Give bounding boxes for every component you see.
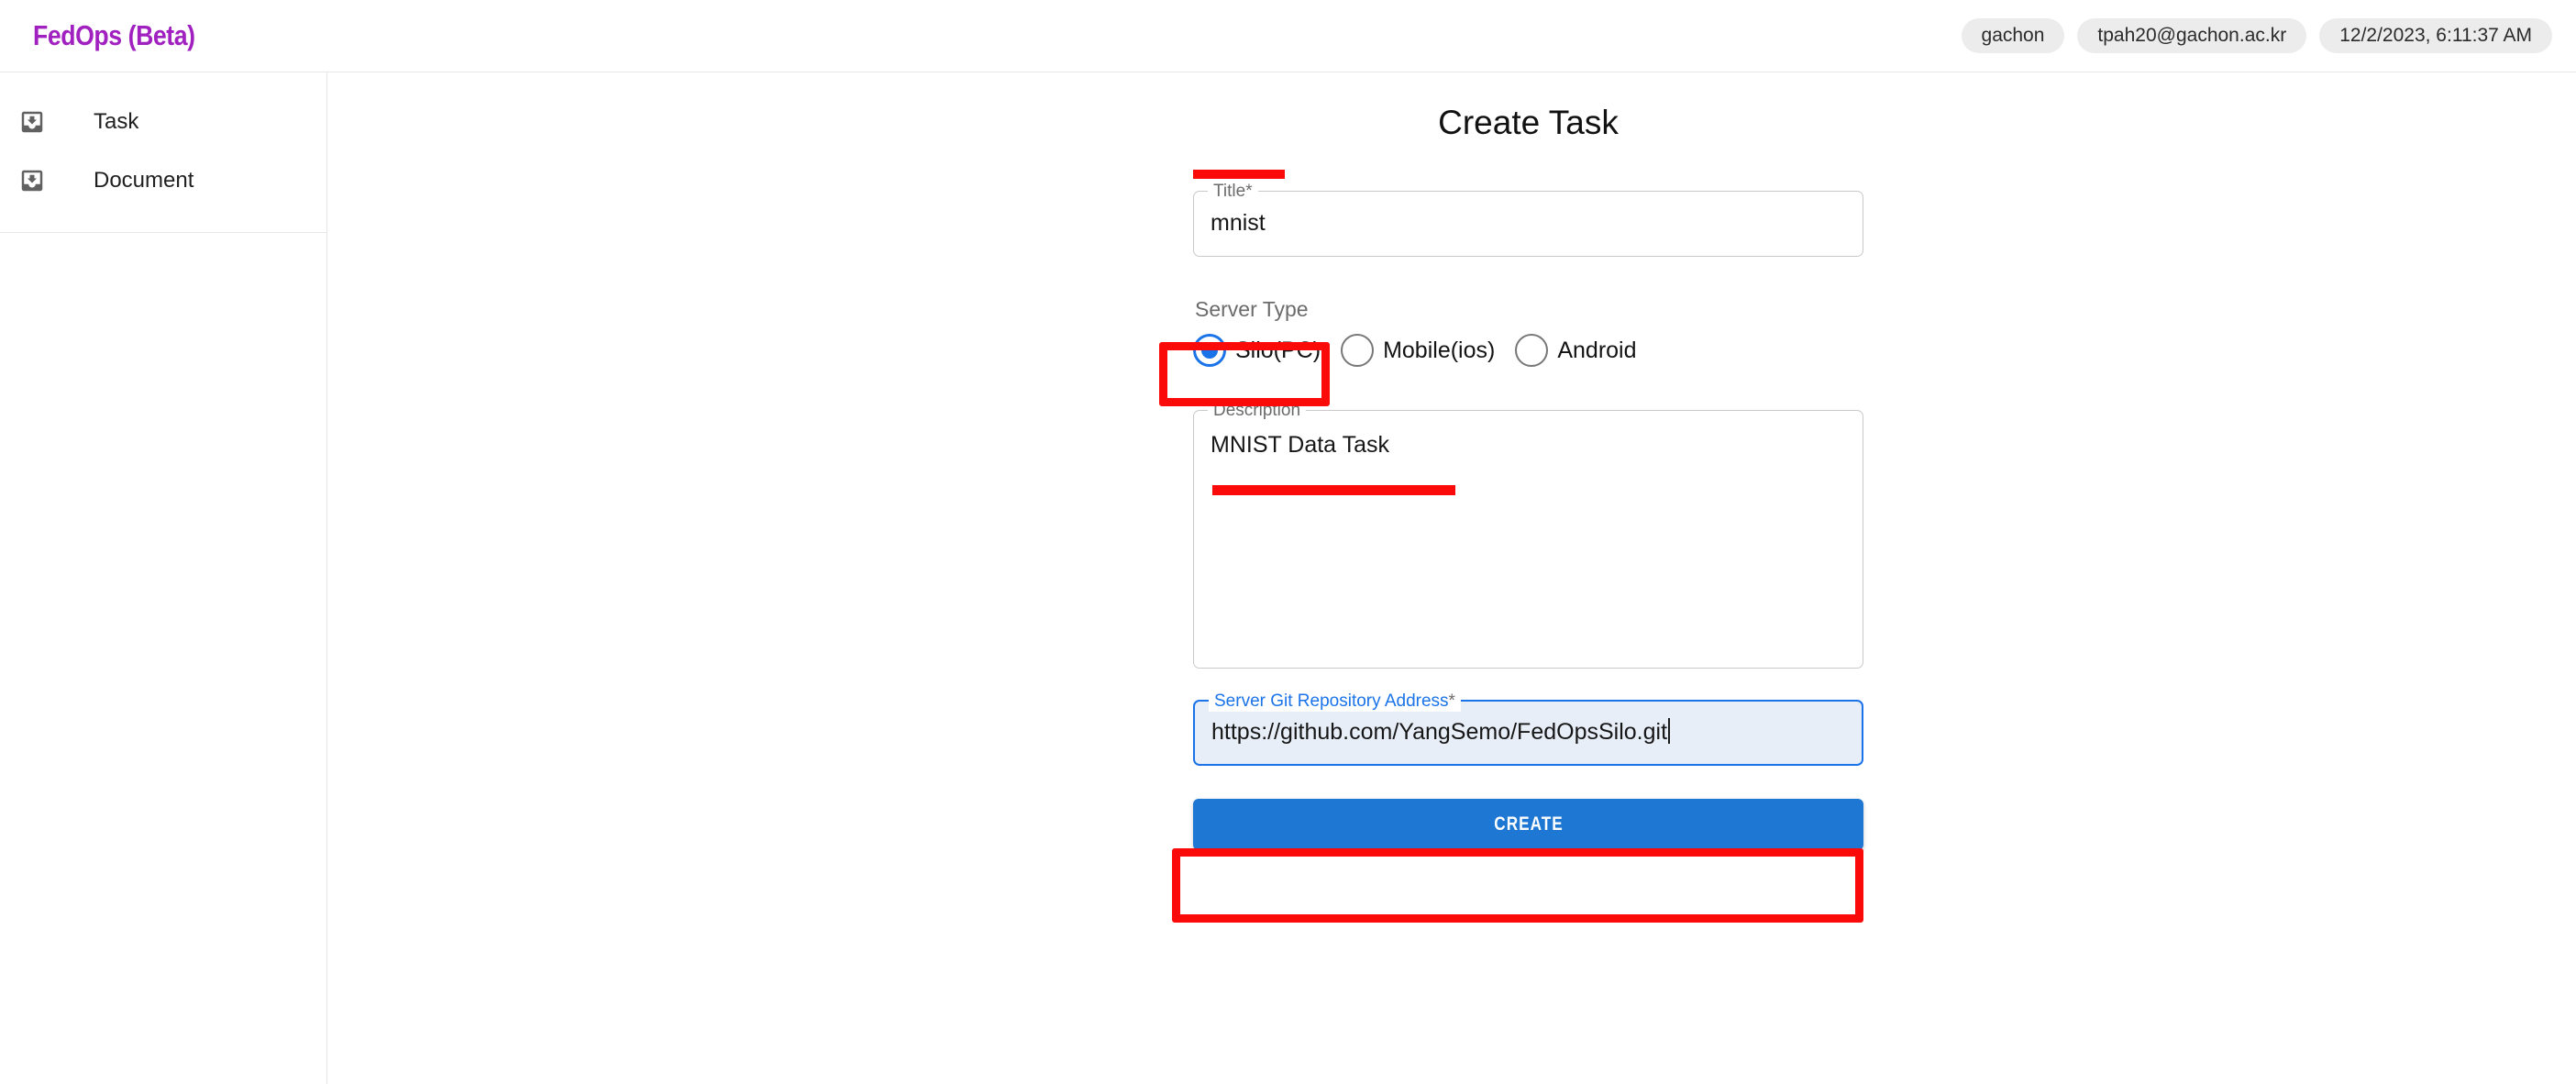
title-field[interactable]: Title* mnist [1193,182,1863,257]
create-button[interactable]: CREATE [1193,799,1863,850]
sidebar-item-label: Task [94,109,139,134]
timestamp-chip[interactable]: 12/2/2023, 6:11:37 AM [2319,18,2552,53]
app-logo[interactable]: FedOps (Beta) [33,19,195,52]
description-field-box[interactable]: Description MNIST Data Task [1193,401,1863,669]
git-repository-field-box[interactable]: Server Git Repository Address* https://g… [1193,691,1863,766]
server-type-group: Server Type Silo(PC) Mobile(ios) Android [1193,297,1863,367]
sidebar-item-task[interactable]: Task [0,93,326,151]
radio-unchecked-icon[interactable] [1515,334,1549,367]
move-to-inbox-icon [11,160,53,202]
git-repository-field[interactable]: Server Git Repository Address* https://g… [1193,691,1863,766]
radio-silo-pc[interactable]: Silo(PC) [1193,334,1321,367]
radio-android[interactable]: Android [1515,334,1637,367]
required-asterisk: * [1245,182,1253,201]
description-field[interactable]: Description MNIST Data Task [1193,401,1863,669]
move-to-inbox-icon [11,101,53,143]
org-chip[interactable]: gachon [1961,18,2065,53]
radio-label: Mobile(ios) [1383,337,1496,363]
title-field-label: Title* [1208,182,1258,202]
radio-unchecked-icon[interactable] [1341,334,1375,367]
app-root: FedOps (Beta) gachon tpah20@gachon.ac.kr… [0,0,2576,1084]
radio-label: Silo(PC) [1235,337,1321,363]
app-header: FedOps (Beta) gachon tpah20@gachon.ac.kr… [0,0,2576,72]
page-title: Create Task [1438,104,1619,141]
sidebar-nav: Task Document [0,72,326,233]
radio-label: Android [1557,337,1637,363]
git-repository-input[interactable]: https://github.com/YangSemo/FedOpsSilo.g… [1195,702,1862,764]
title-input[interactable]: mnist [1194,192,1863,255]
radio-mobile-ios[interactable]: Mobile(ios) [1341,334,1495,367]
create-task-form: Create Task Title* mnist Server Type Sil… [1193,72,1863,850]
header-chip-group: gachon tpah20@gachon.ac.kr 12/2/2023, 6:… [1961,18,2552,53]
radio-checked-icon[interactable] [1193,334,1226,367]
title-field-box[interactable]: Title* mnist [1193,182,1863,257]
sidebar-item-document[interactable]: Document [0,151,326,210]
description-field-label: Description [1208,401,1307,421]
email-chip[interactable]: tpah20@gachon.ac.kr [2077,18,2307,53]
text-caret [1668,718,1671,744]
server-type-radio-row: Silo(PC) Mobile(ios) Android [1193,334,1863,367]
main-content: Create Task Title* mnist Server Type Sil… [328,72,2576,1084]
sidebar-item-label: Document [94,168,194,193]
sidebar: Task Document [0,72,327,1084]
server-type-label: Server Type [1195,297,1309,321]
